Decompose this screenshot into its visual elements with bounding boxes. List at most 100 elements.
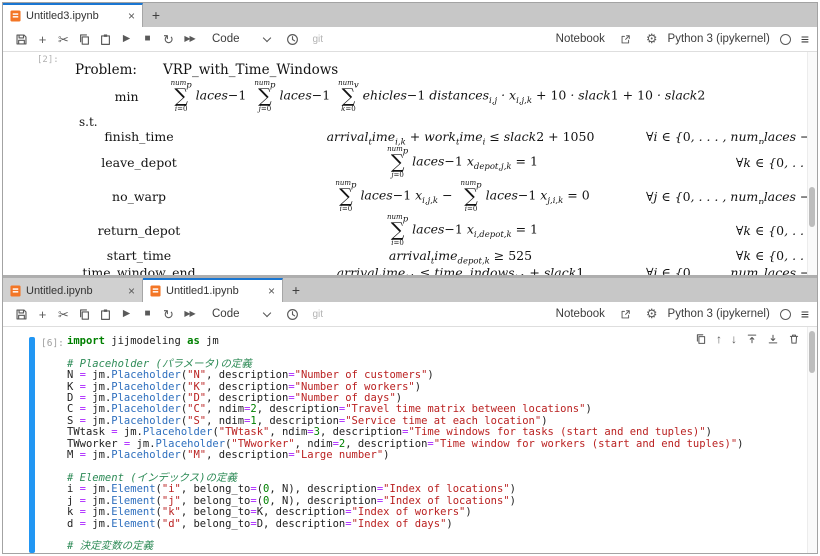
selected-cell-bar[interactable] bbox=[29, 337, 35, 553]
cell-type-dropdown[interactable]: Code bbox=[212, 308, 272, 320]
external-link-icon[interactable] bbox=[615, 34, 636, 45]
paste-icon[interactable] bbox=[95, 308, 116, 321]
problem-name: VRP_with_Time_Windows bbox=[163, 62, 338, 78]
insert-above-icon[interactable] bbox=[746, 333, 758, 345]
copy-icon[interactable] bbox=[74, 308, 95, 321]
run-all-icon[interactable]: ▶▶ bbox=[179, 310, 200, 318]
close-tab-icon[interactable]: × bbox=[268, 285, 275, 297]
constraint-row: return_depot nump∑i=0laces−1 xi,depot,k … bbox=[3, 213, 817, 247]
constraint-forall: ∀k ∈ {0, . . bbox=[646, 155, 817, 170]
insert-below-icon[interactable] bbox=[767, 333, 779, 345]
clock-icon[interactable] bbox=[282, 33, 303, 46]
panel-menu-icon[interactable]: ≡ bbox=[801, 31, 809, 47]
run-all-icon[interactable]: ▶▶ bbox=[179, 35, 200, 43]
tab-label: Untitled3.ipynb bbox=[26, 10, 99, 22]
tab-label: Untitled.ipynb bbox=[26, 285, 93, 297]
save-icon[interactable] bbox=[11, 33, 32, 46]
close-tab-icon[interactable]: × bbox=[128, 10, 135, 22]
min-label: min bbox=[115, 89, 139, 104]
constraint-forall: ∀k ∈ {0, . . bbox=[646, 248, 817, 263]
panel-menu-icon[interactable]: ≡ bbox=[801, 306, 809, 322]
kernel-status-icon[interactable] bbox=[780, 34, 791, 45]
notebook-file-icon bbox=[10, 285, 21, 297]
scrollbar-top[interactable] bbox=[807, 52, 817, 275]
cell-type-value: Code bbox=[212, 308, 240, 320]
close-tab-icon[interactable]: × bbox=[128, 285, 135, 297]
chevron-down-icon bbox=[262, 309, 270, 317]
notebook-context-label: Notebook bbox=[556, 308, 605, 320]
scrollbar-thumb[interactable] bbox=[809, 187, 815, 227]
run-icon[interactable]: ▶ bbox=[116, 309, 137, 319]
insert-cell-icon[interactable]: + bbox=[32, 33, 53, 46]
execution-count: [2]: bbox=[37, 55, 59, 65]
execution-count: [6]: bbox=[41, 338, 64, 349]
stop-icon[interactable]: ■ bbox=[137, 309, 158, 319]
tab-label: Untitled1.ipynb bbox=[166, 285, 239, 297]
new-tab-button[interactable]: + bbox=[283, 278, 309, 302]
restart-icon[interactable]: ↻ bbox=[158, 308, 179, 321]
constraint-forall: ∀i ∈ {0, . . . , numplaces − bbox=[646, 129, 817, 144]
scrollbar-thumb[interactable] bbox=[809, 331, 815, 373]
git-status-label: git bbox=[313, 309, 324, 320]
constraint-label: finish_time bbox=[3, 129, 275, 144]
problem-label: Problem: bbox=[75, 62, 137, 78]
new-tab-button[interactable]: + bbox=[143, 3, 169, 27]
notebook-panel-bottom: Untitled.ipynb × Untitled1.ipynb × + +✂▶… bbox=[3, 278, 817, 553]
problem-title: Problem: VRP_with_Time_Windows bbox=[75, 62, 817, 78]
constraints-list: finish_time arrivaltimei,k + worktimei ≤… bbox=[3, 128, 817, 275]
cell-type-dropdown[interactable]: Code bbox=[212, 33, 272, 45]
external-link-icon[interactable] bbox=[615, 309, 636, 320]
objective-expression: nump∑i=0laces−1 nump∑j=0laces−1 numv∑k=0… bbox=[167, 79, 706, 113]
constraint-forall: ∀j ∈ {0, . . . , numplaces − bbox=[646, 189, 817, 204]
kernel-name[interactable]: Python 3 (ipykernel) bbox=[668, 33, 770, 45]
gear-icon[interactable]: ⚙ bbox=[646, 306, 658, 322]
scrollbar-bottom[interactable] bbox=[807, 327, 817, 553]
subject-to-label: s.t. bbox=[79, 115, 817, 128]
notebook-panel-top: Untitled3.ipynb × + +✂▶■↻▶▶CodegitNotebo… bbox=[3, 3, 817, 275]
constraint-row: start_time arrivaltimedepot,k ≥ 525 ∀k ∈… bbox=[3, 247, 817, 264]
tab-untitled3-ipynb[interactable]: Untitled3.ipynb × bbox=[3, 3, 143, 27]
tab-untitled-ipynb[interactable]: Untitled.ipynb × bbox=[3, 278, 143, 302]
gear-icon[interactable]: ⚙ bbox=[646, 31, 658, 47]
paste-icon[interactable] bbox=[95, 33, 116, 46]
constraint-row: no_warp nump∑i=0laces−1 xi,j,k − nump∑i=… bbox=[3, 179, 817, 213]
run-icon[interactable]: ▶ bbox=[116, 34, 137, 44]
kernel-status-icon[interactable] bbox=[780, 309, 791, 320]
cut-icon[interactable]: ✂ bbox=[53, 308, 74, 321]
insert-cell-icon[interactable]: + bbox=[32, 308, 53, 321]
code-line[interactable]: d = jm.Element("d", belong_to=D, descrip… bbox=[67, 519, 803, 530]
stop-icon[interactable]: ■ bbox=[137, 34, 158, 44]
code-cell-area: [6]: ↑↓ import jijmodeling as jm # Place… bbox=[3, 327, 817, 553]
tab-untitled1-ipynb[interactable]: Untitled1.ipynb × bbox=[143, 278, 283, 302]
constraint-equation: arrivaltimei,k ≤ timewindowsi,1 + slack1 bbox=[275, 265, 646, 275]
cell-toolbar: ↑↓ bbox=[695, 333, 800, 345]
output-area: [2]: Problem: VRP_with_Time_Windows min n… bbox=[3, 52, 817, 275]
toolbar-right: Notebook⚙Python 3 (ipykernel)≡ bbox=[556, 31, 809, 47]
constraint-row: leave_depot nump∑j=0laces−1 xdepot,j,k =… bbox=[3, 145, 817, 179]
code-line[interactable]: import jijmodeling as jm bbox=[67, 336, 803, 347]
kernel-name[interactable]: Python 3 (ipykernel) bbox=[668, 308, 770, 320]
code-line[interactable] bbox=[67, 530, 803, 541]
constraint-label: return_depot bbox=[3, 223, 275, 238]
clock-icon[interactable] bbox=[282, 308, 303, 321]
constraint-equation: nump∑j=0laces−1 xdepot,j,k = 1 bbox=[275, 145, 646, 179]
constraint-forall: ∀i ∈ {0, . . . , numplaces − bbox=[646, 265, 817, 275]
save-icon[interactable] bbox=[11, 308, 32, 321]
code-line[interactable]: M = jm.Placeholder("M", description="Lar… bbox=[67, 450, 803, 461]
move-up-icon[interactable]: ↑ bbox=[716, 333, 722, 345]
notebook-toolbar-top: +✂▶■↻▶▶CodegitNotebook⚙Python 3 (ipykern… bbox=[3, 27, 817, 52]
delete-icon[interactable] bbox=[788, 333, 800, 345]
constraint-label: no_warp bbox=[3, 189, 275, 204]
constraint-label: time_window_end bbox=[3, 265, 275, 275]
git-status-label: git bbox=[313, 34, 324, 45]
notebook-file-icon bbox=[150, 285, 161, 297]
restart-icon[interactable]: ↻ bbox=[158, 33, 179, 46]
cut-icon[interactable]: ✂ bbox=[53, 33, 74, 46]
move-down-icon[interactable]: ↓ bbox=[731, 333, 737, 345]
duplicate-icon[interactable] bbox=[695, 333, 707, 345]
notebook-toolbar-bottom: +✂ ▶■↻▶▶ Code git Notebook ⚙ Python 3 (ipykern… bbox=[3, 302, 817, 327]
tab-bar-top: Untitled3.ipynb × + bbox=[3, 3, 817, 27]
tab-bar-bottom: Untitled.ipynb × Untitled1.ipynb × + bbox=[3, 278, 817, 302]
code-editor[interactable]: import jijmodeling as jm # Placeholder (… bbox=[67, 336, 803, 553]
copy-icon[interactable] bbox=[74, 33, 95, 46]
